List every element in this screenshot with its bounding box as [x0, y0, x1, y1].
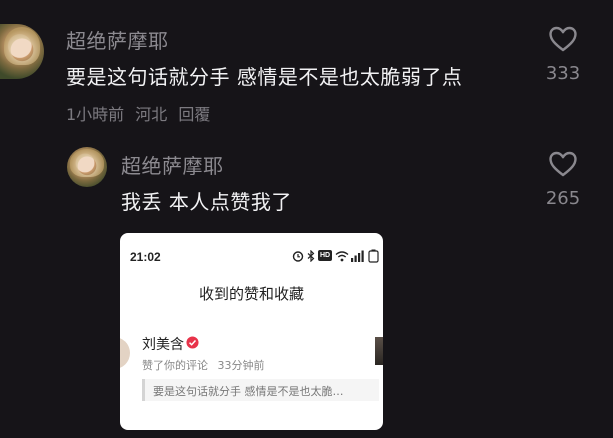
- quoted-comment: 要是这句话就分手 感情是不是也太脆…: [142, 379, 379, 401]
- wifi-icon: [335, 251, 349, 262]
- like-count: 333: [545, 63, 581, 84]
- notification-user: 刘美含: [142, 337, 184, 353]
- reply-username[interactable]: 超绝萨摩耶: [121, 150, 224, 179]
- bluetooth-icon: [307, 250, 315, 262]
- hd-icon: HD: [318, 250, 333, 261]
- battery-icon: [368, 249, 379, 263]
- reply-button[interactable]: 回覆: [178, 105, 210, 124]
- reply-text: 我丢 本人点赞我了: [121, 190, 292, 214]
- comment-time: 1小時前: [66, 105, 125, 124]
- time-ago: 33分钟前: [217, 359, 265, 372]
- comment-username[interactable]: 超绝萨摩耶: [66, 25, 169, 54]
- quoted-comment-text: 要是这句话就分手 感情是不是也太脆…: [153, 385, 344, 398]
- comment-text: 要是这句话就分手 感情是不是也太脆弱了点: [66, 65, 463, 89]
- like-heart-icon[interactable]: [548, 150, 578, 178]
- action-text: 赞了你的评论: [142, 359, 208, 372]
- signal-icon: [351, 250, 364, 262]
- like-count: 265: [545, 188, 581, 209]
- avatar[interactable]: [67, 147, 107, 187]
- avatar: [120, 337, 130, 369]
- page-title: 收到的赞和收藏: [198, 285, 304, 303]
- status-icons: HD: [292, 249, 380, 264]
- thumbnail: [375, 337, 383, 365]
- verified-check-icon: [186, 336, 199, 349]
- status-time: 21:02: [130, 250, 161, 264]
- comment-location: 河北: [135, 105, 168, 124]
- like-heart-icon[interactable]: [548, 25, 578, 53]
- alarm-icon: [292, 251, 304, 262]
- notification-action: 赞了你的评论 33分钟前: [142, 357, 265, 373]
- avatar[interactable]: [0, 24, 44, 79]
- comment-meta: 1小時前 河北 回覆: [66, 101, 210, 125]
- attached-image[interactable]: 21:02 HD 收到的赞和收藏 刘美含 赞了你的评论 33分钟前 要是这句话就…: [120, 233, 383, 430]
